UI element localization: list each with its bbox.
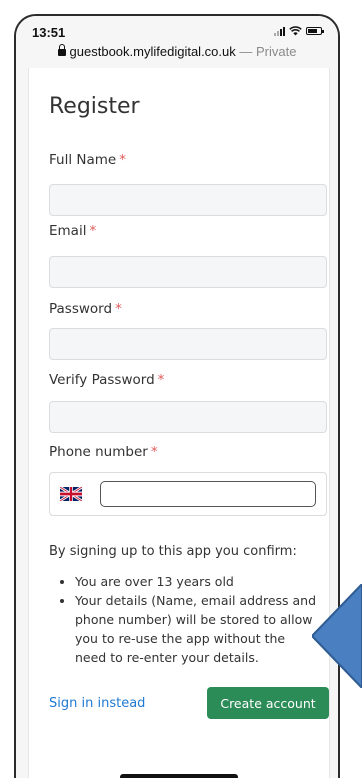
required-marker: * (150, 444, 158, 460)
password-label: Password * (49, 301, 122, 317)
signal-icon (274, 26, 285, 36)
email-input[interactable] (49, 256, 327, 288)
url-domain: guestbook.mylifedigital.co.uk (69, 44, 236, 59)
verify-password-input[interactable] (49, 401, 327, 433)
phone-frame: 13:51 guestbook.mylifedigital.co.uk — Pr… (14, 14, 340, 778)
phone-number-label: Phone number * (49, 444, 158, 460)
create-account-button[interactable]: Create account (207, 687, 329, 719)
uk-flag-icon[interactable] (60, 487, 82, 501)
sign-in-link[interactable]: Sign in instead (49, 696, 145, 711)
private-indicator: — Private (235, 44, 297, 59)
battery-icon (306, 27, 324, 35)
list-item: You are over 13 years old (75, 572, 319, 591)
phone-number-input[interactable] (100, 481, 316, 507)
page-title: Register (49, 94, 140, 119)
confirmation-intro: By signing up to this app you confirm: (49, 544, 297, 559)
verify-password-label: Verify Password * (49, 372, 165, 388)
full-name-label: Full Name * (49, 152, 126, 168)
required-marker: * (157, 372, 165, 388)
required-marker: * (89, 223, 97, 239)
lock-icon (57, 44, 66, 56)
status-icons (274, 26, 324, 36)
status-time: 13:51 (32, 25, 66, 40)
status-bar: 13:51 (16, 16, 338, 42)
confirmation-list: You are over 13 years old Your details (… (49, 572, 319, 667)
url-bar[interactable]: guestbook.mylifedigital.co.uk — Private (16, 44, 338, 66)
password-input[interactable] (49, 328, 327, 360)
wifi-icon (289, 26, 302, 36)
required-marker: * (119, 152, 126, 168)
register-form: Register Full Name * Email * Password * Ver… (28, 68, 330, 778)
home-indicator (120, 774, 238, 778)
required-marker: * (115, 301, 122, 317)
full-name-input[interactable] (49, 184, 327, 216)
pointer-arrow-icon (312, 584, 362, 688)
phone-number-group (49, 472, 327, 516)
email-label: Email * (49, 223, 97, 239)
list-item: Your details (Name, email address and ph… (75, 591, 319, 667)
